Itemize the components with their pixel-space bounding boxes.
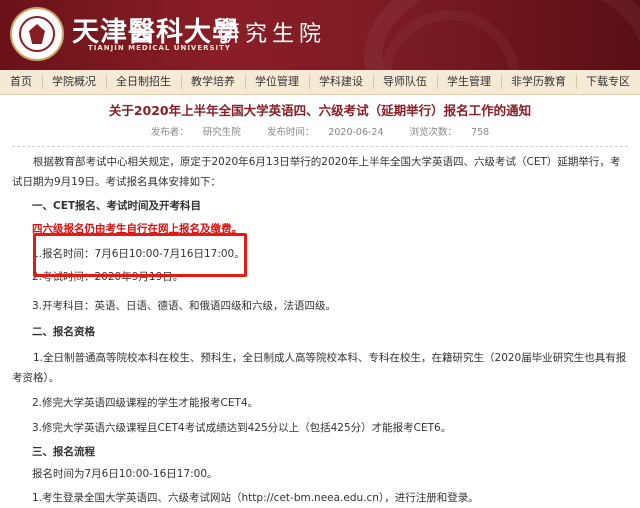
intro-paragraph: 根据教育部考试中心相关规定，原定于2020年6月13日举行的2020年上半年全国… [12, 156, 621, 188]
site-header: 天津醫科大學 TIANJIN MEDICAL UNIVERSITY 研究生院 [0, 0, 640, 70]
views-label: 浏览次数： [409, 127, 458, 138]
school-name: 研究生院 [218, 22, 327, 47]
eligibility-item-1: 1.全日制普通高等院校本科在校生、预科生，全日制成人高等院校本科、专科在校生，在… [12, 352, 627, 384]
section-1-title: 一、CET报名、考试时间及开考科目 [32, 200, 202, 212]
publish-time-label: 发布时间： [266, 127, 315, 138]
nav-item-overview[interactable]: 学院概况 [42, 70, 106, 94]
divider [12, 146, 628, 147]
section-3-title: 三、报名流程 [32, 446, 95, 458]
article-meta: 发布者： 研究生院 发布时间： 2020-06-24 浏览次数： 758 [0, 127, 640, 139]
views-value: 758 [471, 127, 490, 138]
nav-item-downloads[interactable]: 下载专区 [576, 70, 640, 94]
article-body: 根据教育部考试中心相关规定，原定于2020年6月13日举行的2020年上半年全国… [0, 152, 640, 508]
nav-item-home[interactable]: 首页 [0, 70, 42, 94]
eligibility-item-2: 2.修完大学英语四级课程的学生才能报考CET4。 [32, 397, 259, 409]
nav-item-non-degree[interactable]: 非学历教育 [501, 70, 576, 94]
exam-subjects: 3.开考科目：英语、日语、德语、和俄语四级和六级，法语四级。 [32, 300, 337, 312]
process-step-1: 1.考生登录全国大学英语四、六级考试网站（http://cet-bm.neea.… [32, 492, 479, 504]
publisher-value: 研究生院 [202, 127, 241, 138]
section-2-title: 二、报名资格 [32, 326, 95, 338]
nav-item-discipline[interactable]: 学科建设 [309, 70, 373, 94]
publish-time-value: 2020-06-24 [328, 127, 384, 138]
university-english-name: TIANJIN MEDICAL UNIVERSITY [88, 44, 232, 52]
nav-item-teaching[interactable]: 教学培养 [181, 70, 245, 94]
nav-item-fulltime-admission[interactable]: 全日制招生 [106, 70, 181, 94]
main-nav: 首页 学院概况 全日制招生 教学培养 学位管理 学科建设 导师队伍 学生管理 非… [0, 70, 640, 95]
nav-item-degree[interactable]: 学位管理 [245, 70, 309, 94]
eligibility-item-3: 3.修完大学英语六级课程且CET4考试成绩达到425分以上（包括425分）才能报… [32, 422, 452, 434]
university-logo[interactable] [10, 7, 64, 61]
process-time: 报名时间为7月6日10:00-16日17:00。 [32, 468, 218, 480]
article-title: 关于2020年上半年全国大学英语四、六级考试（延期举行）报名工作的通知 [108, 103, 532, 118]
publisher-label: 发布者： [150, 127, 189, 138]
highlight-box [33, 233, 247, 277]
nav-item-supervisors[interactable]: 导师队伍 [373, 70, 437, 94]
nav-item-students[interactable]: 学生管理 [437, 70, 501, 94]
